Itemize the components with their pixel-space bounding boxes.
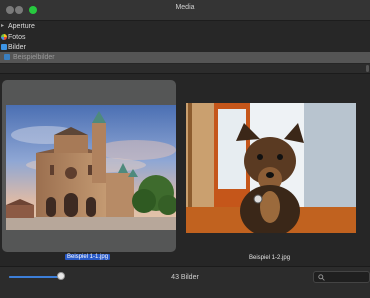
scrollbar[interactable] — [366, 65, 369, 72]
thumbnail-cell[interactable] — [183, 80, 357, 252]
thumbnail-caption[interactable]: Beispiel 1-2.jpg — [249, 255, 290, 261]
source-list: ▸ Aperture Fotos Bilder Beispielbilder — [0, 21, 370, 63]
source-item-label: Beispielbilder — [13, 54, 55, 61]
chevron-right-icon[interactable]: ▸ — [1, 21, 4, 32]
source-item-beispielbilder[interactable]: Beispielbilder — [0, 52, 370, 63]
pane-divider[interactable] — [0, 64, 370, 74]
dog-image — [186, 103, 356, 233]
thumbnail-cell-selected[interactable] — [2, 80, 176, 252]
search-field[interactable] — [313, 271, 370, 283]
window-title: Media — [175, 4, 195, 11]
source-item-label: Aperture — [8, 23, 35, 30]
status-bar: 43 Bilder — [0, 266, 370, 298]
thumbnail-grid — [0, 74, 370, 264]
folder-icon — [1, 44, 7, 50]
cathedral-image — [6, 105, 176, 230]
media-browser-window: Media ▸ Aperture Fotos Bilder Beispielbi… — [0, 0, 370, 298]
cathedral-photo — [6, 105, 176, 230]
photos-app-icon — [1, 34, 7, 40]
dog-photo — [186, 103, 356, 233]
search-icon — [318, 274, 325, 281]
folder-icon — [4, 54, 10, 60]
title-bar: Media — [0, 0, 370, 21]
thumbnail-caption-selected[interactable]: Beispiel 1-1.jpg — [65, 254, 111, 260]
source-item-aperture[interactable]: ▸ Aperture — [0, 21, 370, 32]
